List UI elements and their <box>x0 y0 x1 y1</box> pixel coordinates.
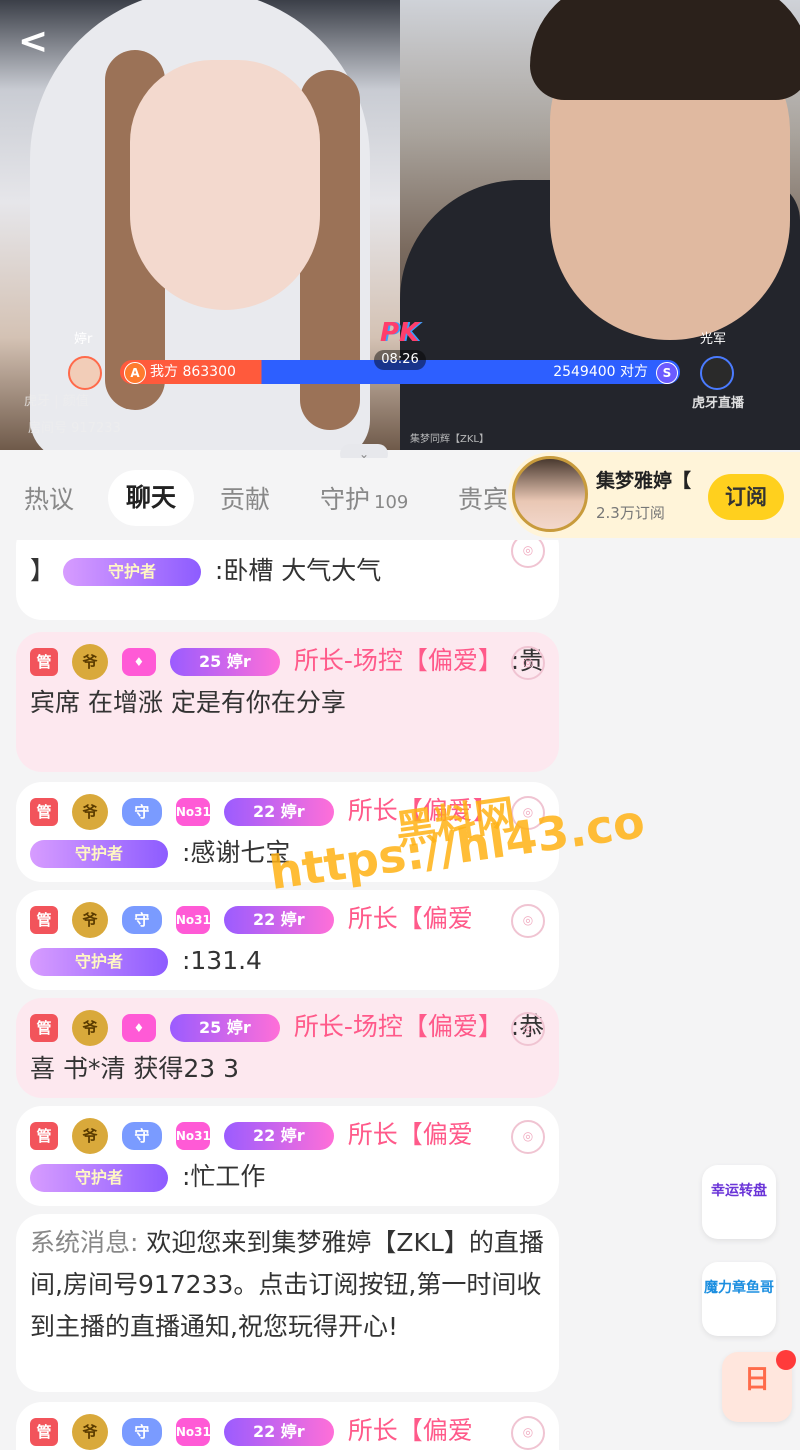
chat-message: 管 爷 ♦ 25 婷r 所长-场控【偏爱】 :恭喜 书*清 获得23 3 ◎ <box>16 998 559 1098</box>
gift-icon[interactable]: ◎ <box>511 1012 545 1046</box>
rich-level-badge: 爷 <box>71 1010 108 1046</box>
fan-badge: 22 婷r <box>223 1418 334 1446</box>
gift-icon[interactable]: ◎ <box>511 904 545 938</box>
streamer-avatar[interactable] <box>512 456 588 532</box>
right-host-tag: 光军 <box>700 332 727 347</box>
diamond-badge: ♦ <box>121 1014 156 1042</box>
rich-level-badge: 爷 <box>71 1414 108 1450</box>
pk-logo: PK <box>380 318 420 348</box>
subscribe-card: 集梦雅婷【 2.3万订阅 订阅 <box>508 452 800 538</box>
gift-icon[interactable]: ◎ <box>511 1120 545 1154</box>
chat-message: 管 爷 守 No31 22 婷r 所长【偏爱 守护者 :131.4 ◎ <box>16 890 559 990</box>
fan-badge: 22 婷r <box>223 906 334 934</box>
username[interactable]: 所长【偏爱 <box>348 1416 473 1445</box>
chat-message: 管 爷 守 No31 22 婷r 所长【偏爱 守护者 :忙工作 ◎ <box>16 1106 559 1206</box>
diamond-badge: ♦ <box>121 648 156 676</box>
right-host-avatar[interactable] <box>700 356 734 390</box>
tab-hot-discussion[interactable]: 热议 <box>24 480 74 516</box>
shield-badge: 守 <box>121 906 162 934</box>
streamer-name: 集梦雅婷【 <box>596 470 692 492</box>
rich-level-badge: 爷 <box>71 902 108 938</box>
guard-badge: 守护者 <box>62 558 201 586</box>
pk-rank-a-badge: A <box>124 362 146 384</box>
admin-badge: 管 <box>30 648 58 676</box>
chat-message: 管 爷 守 No31 22 婷r 所长【偏爱 ◎ <box>16 1402 559 1450</box>
left-host-category: 虎牙 | 颜值 <box>24 394 89 409</box>
left-host-avatar[interactable] <box>68 356 102 390</box>
chat-message: 管 爷 ♦ 25 婷r 所长-场控【偏爱】 :贵宾席 在增涨 定是有你在分享 ◎ <box>16 632 559 772</box>
gift-icon[interactable]: ◎ <box>511 540 545 568</box>
gift-icon[interactable]: ◎ <box>511 646 545 680</box>
room-number: 房间号 917233 <box>28 421 121 436</box>
gift-icon[interactable]: ◎ <box>511 1416 545 1450</box>
username[interactable]: 所长【偏爱 <box>348 904 473 933</box>
rich-level-badge: 爷 <box>71 1118 108 1154</box>
notification-dot <box>776 1350 796 1370</box>
tab-contribution[interactable]: 贡献 <box>220 480 270 516</box>
rich-level-badge: 爷 <box>71 794 108 830</box>
pk-their-score: 2549400 对方 <box>553 364 648 380</box>
back-icon[interactable]: < <box>18 22 54 62</box>
fan-badge: 22 婷r <box>223 798 334 826</box>
tab-guard[interactable]: 守护 109 <box>320 480 408 516</box>
username[interactable]: 所长-场控【偏爱】 <box>294 646 503 675</box>
pk-our-score: 我方 863300 <box>150 364 236 380</box>
subscribe-button[interactable]: 订阅 <box>708 474 784 520</box>
fan-badge: 25 婷r <box>169 648 280 676</box>
guard-badge: 守护者 <box>30 840 168 868</box>
noble-badge: No31 <box>175 1418 211 1446</box>
octopus-game-button[interactable]: 魔力章鱼哥 <box>702 1262 776 1336</box>
noble-badge: No31 <box>175 906 211 934</box>
admin-badge: 管 <box>30 906 58 934</box>
admin-badge: 管 <box>30 1014 58 1042</box>
fan-badge: 22 婷r <box>223 1122 334 1150</box>
guard-badge: 守护者 <box>30 948 168 976</box>
pk-timer: 08:26 <box>374 350 426 370</box>
admin-badge: 管 <box>30 798 58 826</box>
left-host-tag: 婷r <box>74 332 93 347</box>
shield-badge: 守 <box>121 798 162 826</box>
platform-logo: 虎牙直播 <box>692 396 745 411</box>
admin-badge: 管 <box>30 1418 58 1446</box>
admin-badge: 管 <box>30 1122 58 1150</box>
bottom-caption-right: 集梦同辉【ZKL】 <box>410 434 489 445</box>
noble-badge: No31 <box>175 798 211 826</box>
guard-badge: 守护者 <box>30 1164 168 1192</box>
live-video-area: < 婷r 光军 PK 我方 863300 2549400 对方 08:26 A … <box>0 0 800 450</box>
tab-chat[interactable]: 聊天 <box>108 470 194 526</box>
fan-badge: 25 婷r <box>169 1014 280 1042</box>
chat-list[interactable]: 】 守护者 :卧槽 大气大气 ◎ 管 爷 ♦ 25 婷r 所长-场控【偏爱】 :… <box>0 540 800 1450</box>
noble-badge: No31 <box>175 1122 211 1150</box>
subscriber-count: 2.3万订阅 <box>596 504 665 522</box>
system-label: 系统消息: <box>30 1228 139 1257</box>
tab-vip[interactable]: 贵宾 <box>458 480 508 516</box>
chat-message: 】 守护者 :卧槽 大气大气 ◎ <box>16 540 559 620</box>
lucky-wheel-button[interactable]: 幸运转盘 <box>702 1165 776 1239</box>
username[interactable]: 所长【偏爱 <box>348 1120 473 1149</box>
system-message: 系统消息: 欢迎您来到集梦雅婷【ZKL】的直播间,房间号917233。点击订阅按… <box>16 1214 559 1392</box>
username[interactable]: 所长-场控【偏爱】 <box>294 1012 503 1041</box>
shield-badge: 守 <box>121 1418 162 1446</box>
rich-level-badge: 爷 <box>71 644 108 680</box>
shield-badge: 守 <box>121 1122 162 1150</box>
pk-rank-s-badge: S <box>656 362 678 384</box>
